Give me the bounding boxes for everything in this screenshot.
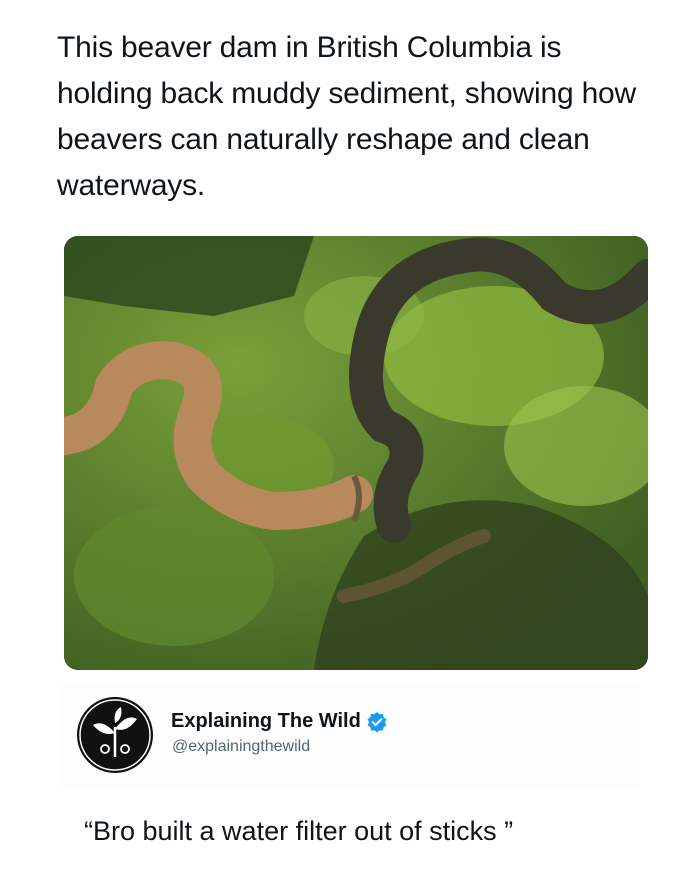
caption-quote: “Bro built a water filter out of sticks … xyxy=(84,816,514,846)
post-screenshot: This beaver dam in British Columbia is h… xyxy=(0,0,700,875)
tweet-text: This beaver dam in British Columbia is h… xyxy=(57,31,637,202)
author-card[interactable]: Explaining The Wild @explainingthewild xyxy=(60,686,640,786)
author-handle[interactable]: @explainingthewild xyxy=(172,738,310,756)
author-avatar[interactable] xyxy=(77,697,153,773)
aerial-photo xyxy=(64,236,648,670)
author-display-name[interactable]: Explaining The Wild xyxy=(171,710,361,733)
author-name-row[interactable]: Explaining The Wild xyxy=(171,710,388,733)
sprouting-plant-logo-icon xyxy=(79,699,151,771)
verified-badge-icon xyxy=(367,711,387,732)
tweet-photo[interactable] xyxy=(64,236,648,670)
